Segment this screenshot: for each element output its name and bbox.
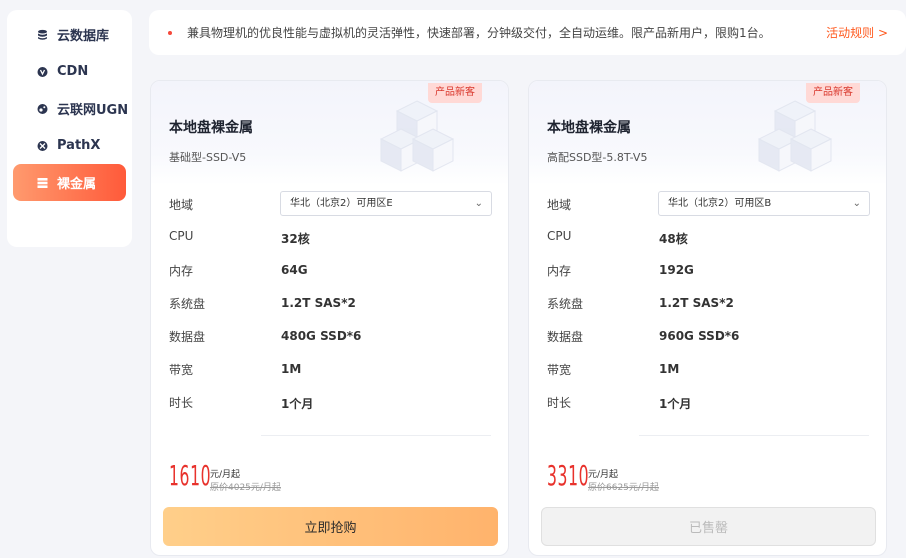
spec-value-bandwidth: 1M <box>281 362 302 376</box>
spec-value-duration: 1个月 <box>281 397 314 411</box>
region-select[interactable]: 华北（北京2）可用区B ⌄ <box>658 191 870 216</box>
database-icon <box>37 29 48 40</box>
buy-now-button[interactable]: 立即抢购 <box>163 507 498 546</box>
divider <box>261 435 491 436</box>
sold-out-button[interactable]: 已售罄 <box>541 507 876 546</box>
spec-value-cpu: 32核 <box>281 232 310 246</box>
sidebar-item-label: CDN <box>57 64 89 79</box>
promo-notice: 兼具物理机的优良性能与虚拟机的灵活弹性，快速部署，分钟级交付，全自动运维。限产品… <box>149 10 906 55</box>
sidebar-item-bare-metal[interactable]: 裸金属 <box>13 164 126 201</box>
original-price: 原价4025元/月起 <box>210 483 281 493</box>
price-unit: 元/月起 <box>588 470 619 480</box>
spec-value-data-disk: 960G SSD*6 <box>659 329 740 343</box>
product-card-basic: 产品新客 本地盘裸金属 基础型-SSD-V5 地域 华北（北京2）可用区E ⌄ … <box>150 80 509 556</box>
product-subtitle: 基础型-SSD-V5 <box>169 151 247 164</box>
network-icon <box>37 103 48 114</box>
spec-value-data-disk: 480G SSD*6 <box>281 329 362 343</box>
spec-label-system-disk: 系统盘 <box>169 297 206 311</box>
activity-rules-link[interactable]: 活动规则 > <box>826 24 888 41</box>
spec-label-memory: 内存 <box>547 264 572 278</box>
sidebar-item-pathx[interactable]: PathX <box>7 127 132 164</box>
spec-label-bandwidth: 带宽 <box>547 363 572 377</box>
spec-label-memory: 内存 <box>169 264 194 278</box>
bullet-dot <box>168 31 172 35</box>
price-unit: 元/月起 <box>210 470 241 480</box>
divider <box>639 435 869 436</box>
sidebar-item-cdn[interactable]: CDN <box>7 53 132 90</box>
region-select[interactable]: 华北（北京2）可用区E ⌄ <box>280 191 492 216</box>
sidebar-item-label: 裸金属 <box>57 177 97 192</box>
spec-value-duration: 1个月 <box>659 397 692 411</box>
server-icon <box>37 177 48 188</box>
sidebar-item-label: 云联网UGN <box>57 103 129 118</box>
spec-value-cpu: 48核 <box>659 232 688 246</box>
spec-label-data-disk: 数据盘 <box>169 330 206 344</box>
spec-value-memory: 192G <box>659 263 694 277</box>
cube-illustration-icon <box>757 100 833 172</box>
product-card-high-spec: 产品新客 本地盘裸金属 高配SSD型-5.8T-V5 地域 华北（北京2）可用区… <box>528 80 887 556</box>
product-title: 本地盘裸金属 <box>547 120 631 136</box>
spec-value-system-disk: 1.2T SAS*2 <box>281 296 356 310</box>
price-value: 1610 <box>169 459 212 492</box>
price-value: 3310 <box>547 459 590 492</box>
notice-text: 兼具物理机的优良性能与虚拟机的灵活弹性，快速部署，分钟级交付，全自动运维。限产品… <box>187 26 771 40</box>
region-select-value: 华北（北京2）可用区E <box>290 198 393 209</box>
spec-label-region: 地域 <box>169 198 194 212</box>
cdn-icon <box>37 66 48 77</box>
chevron-down-icon: ⌄ <box>474 198 483 209</box>
spec-value-memory: 64G <box>281 263 308 277</box>
spec-label-cpu: CPU <box>547 229 572 243</box>
spec-value-bandwidth: 1M <box>659 362 680 376</box>
pathx-icon <box>37 140 48 151</box>
sidebar: 云数据库 CDN 云联网UGN PathX 裸金属 <box>7 10 132 247</box>
spec-label-bandwidth: 带宽 <box>169 363 194 377</box>
sidebar-item-database[interactable]: 云数据库 <box>7 16 132 53</box>
original-price: 原价6625元/月起 <box>588 483 659 493</box>
sidebar-item-label: 云数据库 <box>57 29 110 44</box>
spec-label-region: 地域 <box>547 198 572 212</box>
product-title: 本地盘裸金属 <box>169 120 253 136</box>
spec-label-duration: 时长 <box>169 396 194 410</box>
cube-illustration-icon <box>379 100 455 172</box>
sidebar-item-label: PathX <box>57 138 101 153</box>
spec-label-cpu: CPU <box>169 229 194 243</box>
spec-label-duration: 时长 <box>547 396 572 410</box>
spec-label-data-disk: 数据盘 <box>547 330 584 344</box>
product-subtitle: 高配SSD型-5.8T-V5 <box>547 151 648 164</box>
chevron-down-icon: ⌄ <box>852 198 861 209</box>
spec-label-system-disk: 系统盘 <box>547 297 584 311</box>
region-select-value: 华北（北京2）可用区B <box>668 198 772 209</box>
spec-value-system-disk: 1.2T SAS*2 <box>659 296 734 310</box>
sidebar-item-ugn[interactable]: 云联网UGN <box>7 90 132 127</box>
